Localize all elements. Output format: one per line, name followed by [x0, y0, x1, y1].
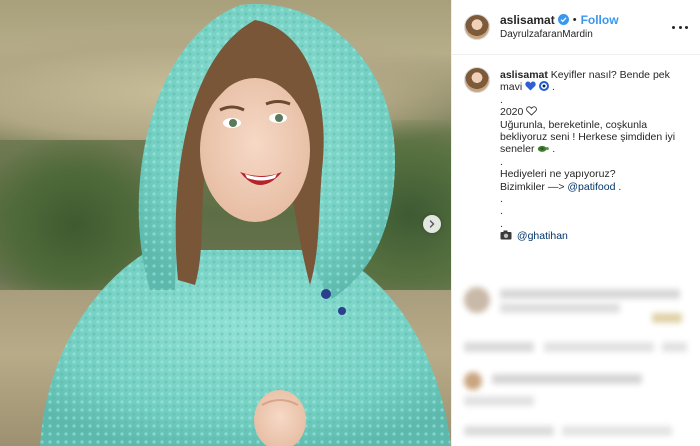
follow-button[interactable]: Follow: [581, 13, 619, 27]
verified-badge-icon: [557, 14, 569, 25]
caption-line-2: mavi: [500, 81, 523, 94]
caption-line-4: 2020: [500, 106, 524, 119]
caption-trailing-dot: .: [551, 81, 555, 94]
caption-line-8: .: [500, 155, 503, 168]
caption-line-9: Hediyeleri ne yapıyoruz?: [500, 168, 616, 181]
mention-ghatihan[interactable]: @ghatihan: [517, 230, 568, 242]
more-options-icon[interactable]: [672, 25, 688, 29]
author-username[interactable]: aslisamat: [500, 13, 555, 27]
caption-line-1: Keyifler nasıl? Bende pek: [550, 69, 670, 81]
caption-line-5: Uğurunla, bereketinle, coşkunla: [500, 118, 648, 131]
caption-line-13: .: [500, 217, 503, 230]
caption-line-7: seneler: [500, 143, 535, 156]
blurred-comment: [452, 368, 700, 418]
blurred-comment: [452, 420, 700, 446]
evil-eye-icon: [539, 81, 550, 92]
avatar[interactable]: [464, 67, 490, 93]
blue-heart-icon: [525, 81, 536, 91]
next-photo-button[interactable]: [423, 215, 441, 233]
caption-line-11: .: [500, 193, 503, 206]
avatar[interactable]: [464, 14, 490, 40]
caption-line-6: bekliyoruz seni ! Herkese şimdiden iyi: [500, 131, 676, 144]
post-header: aslisamat • Follow DayrulzafaranMardin: [452, 0, 700, 55]
caption-line-10: Bizimkiler —>: [500, 180, 565, 193]
instagram-post: aslisamat • Follow DayrulzafaranMardin a…: [0, 0, 700, 446]
blurred-comment: [452, 338, 700, 368]
author-row: aslisamat • Follow: [500, 13, 672, 27]
post-photo[interactable]: [0, 0, 451, 446]
post-caption: aslisamat Keyifler nasıl? Bende pek mavi…: [452, 55, 700, 243]
mention-patifood[interactable]: @patifood: [567, 181, 615, 193]
caption-trailing-dot: .: [552, 143, 556, 156]
caption-text: aslisamat Keyifler nasıl? Bende pek mavi…: [500, 69, 690, 243]
turtle-icon: [538, 146, 550, 153]
caption-line-3: .: [500, 93, 503, 106]
caption-username[interactable]: aslisamat: [500, 69, 548, 81]
camera-icon: [500, 230, 512, 240]
outline-heart-icon: [526, 106, 538, 116]
blurred-comment: [452, 285, 700, 330]
author-info: aslisamat • Follow DayrulzafaranMardin: [500, 13, 672, 42]
post-sidebar: aslisamat • Follow DayrulzafaranMardin a…: [451, 0, 700, 446]
caption-line-12: .: [500, 205, 503, 218]
chevron-right-icon: [429, 220, 435, 228]
caption-trailing-dot: .: [618, 180, 622, 193]
woman-in-hoodie-figure: [40, 3, 451, 446]
location-link[interactable]: DayrulzafaranMardin: [500, 28, 672, 42]
separator-dot: •: [572, 13, 577, 26]
